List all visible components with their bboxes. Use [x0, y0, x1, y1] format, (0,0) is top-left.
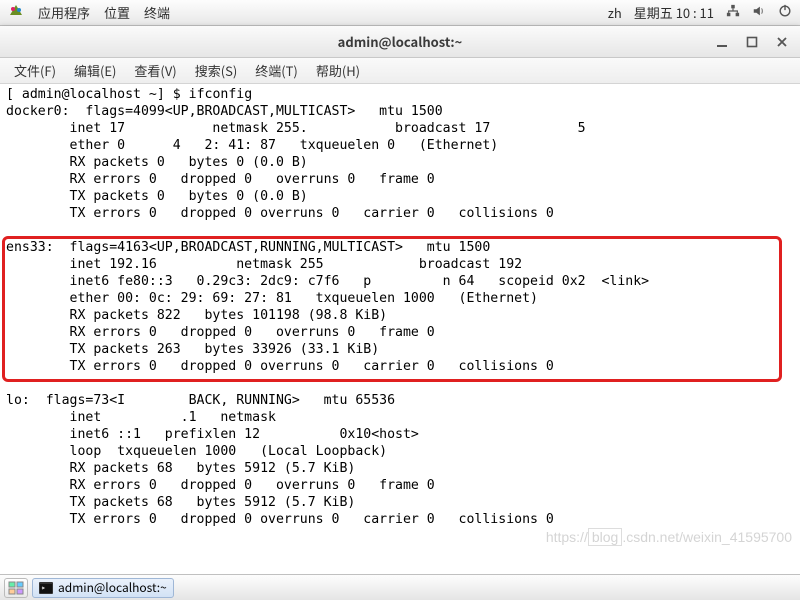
out-docker0-l3: RX packets 0 bytes 0 (0.0 B) [6, 155, 308, 170]
volume-icon[interactable] [752, 3, 766, 22]
out-ens33-l0: ens33: flags=4163<UP,BROADCAST,RUNNING,M… [6, 240, 490, 255]
out-ens33-l1: inet 192.16 netmask 255 broadcast 192 [6, 257, 578, 272]
out-ens33-l4: RX packets 822 bytes 101198 (98.8 KiB) [6, 308, 387, 323]
out-lo-l5: RX errors 0 dropped 0 overruns 0 frame 0 [6, 478, 435, 493]
out-ens33-l5: RX errors 0 dropped 0 overruns 0 frame 0 [6, 325, 435, 340]
out-lo-l4: RX packets 68 bytes 5912 (5.7 KiB) [6, 461, 355, 476]
power-icon[interactable] [778, 3, 792, 22]
terminal-menubar: 文件(F) 编辑(E) 查看(V) 搜索(S) 终端(T) 帮助(H) [0, 58, 800, 84]
top-menu-terminal[interactable]: 终端 [144, 3, 170, 22]
menu-search[interactable]: 搜索(S) [187, 59, 246, 82]
out-ens33-l7: TX errors 0 dropped 0 overruns 0 carrier… [6, 359, 554, 374]
out-docker0-l5: TX packets 0 bytes 0 (0.0 B) [6, 189, 308, 204]
command: ifconfig [189, 87, 253, 102]
taskbar-item-label: admin@localhost:~ [58, 579, 167, 596]
minimize-button[interactable] [710, 30, 734, 54]
terminal-window: admin@localhost:~ 文件(F) 编辑(E) 查看(V) 搜索(S… [0, 26, 800, 575]
out-ens33-l2: inet6 fe80::3 0.29c3: 2dc9: c7f6 p n 64 … [6, 274, 649, 289]
out-lo-l2: inet6 ::1 prefixlen 12 0x10<host> [6, 427, 419, 442]
keyboard-layout-indicator[interactable]: zh [608, 3, 622, 22]
activities-app-icon[interactable] [8, 3, 24, 23]
menu-help[interactable]: 帮助(H) [308, 59, 368, 82]
menu-file[interactable]: 文件(F) [6, 59, 64, 82]
out-docker0-l6: TX errors 0 dropped 0 overruns 0 carrier… [6, 206, 554, 221]
out-lo-l3: loop txqueuelen 1000 (Local Loopback) [6, 444, 387, 459]
out-ens33-l3: ether 00: 0c: 29: 69: 27: 81 txqueuelen … [6, 291, 538, 306]
top-menu-places[interactable]: 位置 [104, 3, 130, 22]
top-menu-apps[interactable]: 应用程序 [38, 3, 90, 22]
out-docker0-l1: inet 17 netmask 255. broadcast 17 5 [6, 121, 586, 136]
gnome-top-panel: 应用程序 位置 终端 zh 星期五 10 : 11 [0, 0, 800, 26]
menu-terminal[interactable]: 终端(T) [247, 59, 306, 82]
desktop: admin@localhost:~ 文件(F) 编辑(E) 查看(V) 搜索(S… [0, 26, 800, 574]
maximize-button[interactable] [740, 30, 764, 54]
shell-prompt: [ admin@localhost ~] $ [6, 87, 189, 102]
network-icon[interactable] [726, 3, 740, 22]
show-desktop-button[interactable] [4, 578, 28, 598]
out-lo-l7: TX errors 0 dropped 0 overruns 0 carrier… [6, 512, 554, 527]
window-title: admin@localhost:~ [338, 32, 463, 51]
out-docker0-l2: ether 0 4 2: 41: 87 txqueuelen 0 (Ethern… [6, 138, 498, 153]
menu-edit[interactable]: 编辑(E) [66, 59, 124, 82]
out-docker0-l0: docker0: flags=4099<UP,BROADCAST,MULTICA… [6, 104, 443, 119]
gnome-bottom-panel: admin@localhost:~ [0, 574, 800, 600]
close-button[interactable] [770, 30, 794, 54]
csdn-watermark: https://blog.csdn.net/weixin_41595700 [546, 528, 792, 546]
terminal-output[interactable]: [ admin@localhost ~] $ ifconfig docker0:… [0, 84, 800, 575]
clock[interactable]: 星期五 10 : 11 [634, 3, 714, 22]
menu-view[interactable]: 查看(V) [126, 59, 184, 82]
taskbar-item-terminal[interactable]: admin@localhost:~ [32, 578, 174, 598]
out-docker0-l4: RX errors 0 dropped 0 overruns 0 frame 0 [6, 172, 435, 187]
out-lo-l6: TX packets 68 bytes 5912 (5.7 KiB) [6, 495, 355, 510]
out-ens33-l6: TX packets 263 bytes 33926 (33.1 KiB) [6, 342, 379, 357]
window-titlebar[interactable]: admin@localhost:~ [0, 26, 800, 58]
out-lo-l1: inet .1 netmask [6, 410, 332, 425]
out-lo-l0: lo: flags=73<I BACK, RUNNING> mtu 65536 [6, 393, 395, 408]
